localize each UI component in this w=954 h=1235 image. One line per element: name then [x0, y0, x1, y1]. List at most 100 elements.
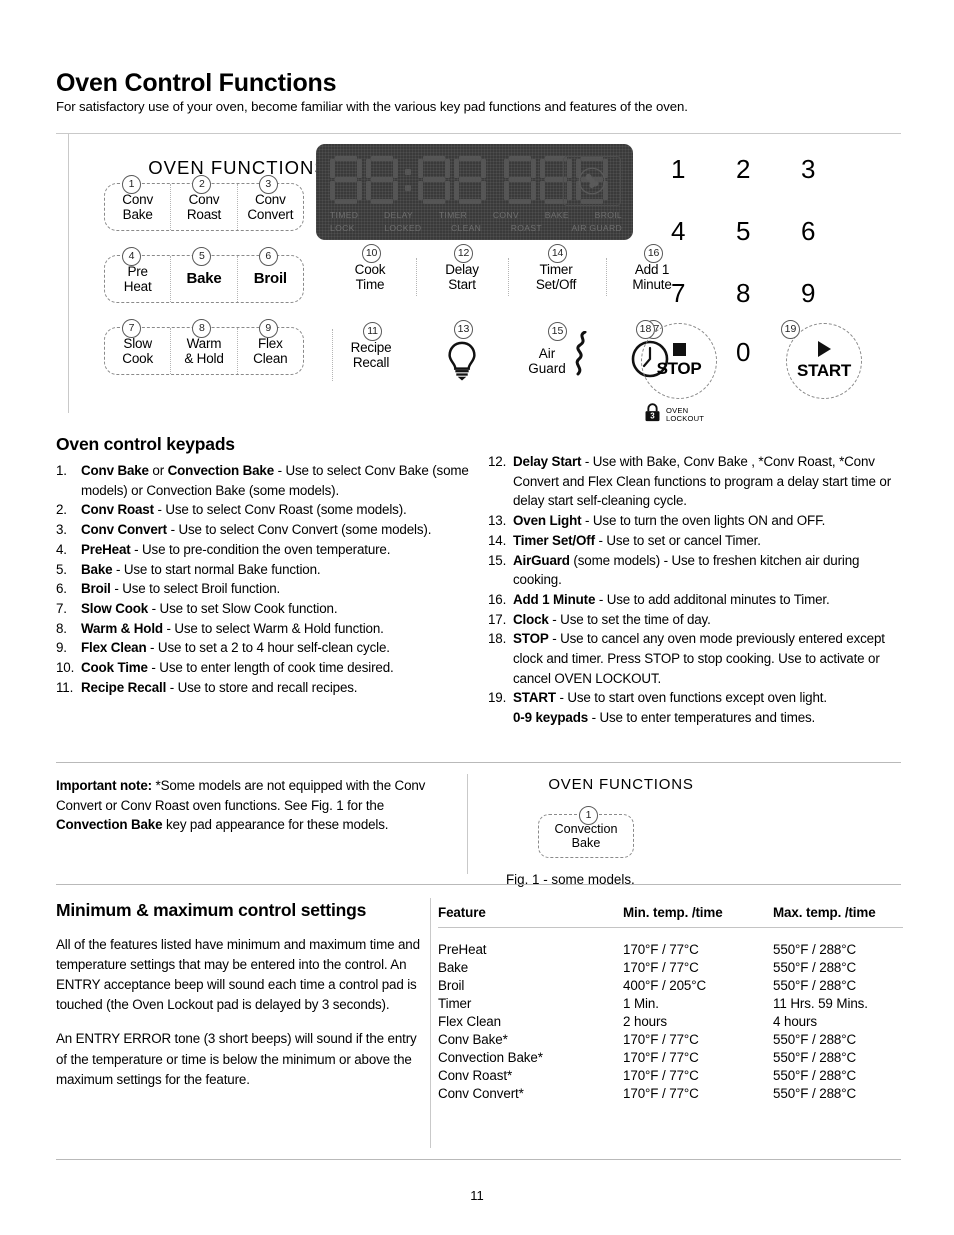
numkey-5[interactable]: 5 — [721, 216, 765, 247]
keypad-delay-start[interactable]: 12 Delay Start — [424, 244, 500, 303]
indicator-conv: CONV — [492, 210, 519, 220]
keypad-slow-cook[interactable]: 7 Slow Cook — [105, 319, 170, 374]
list-item-number: 2. — [56, 502, 67, 518]
table-cell-feature: Bake — [438, 960, 469, 975]
keypad-group-1: 1 Conv Bake 2 Conv Roast 3 Conv Convert — [104, 175, 304, 231]
numkey-8[interactable]: 8 — [721, 278, 765, 309]
seven-segment-digit — [418, 156, 450, 204]
start-button[interactable]: 19 START — [781, 320, 862, 399]
keypad-list-item: 19. START - Use to start oven functions e… — [488, 688, 903, 708]
indicator-broil: BROIL — [594, 210, 622, 220]
seven-segment-digit — [366, 156, 398, 204]
start-button-label: START — [797, 361, 851, 380]
table-cell-feature: PreHeat — [438, 942, 487, 957]
numkey-4[interactable]: 4 — [656, 216, 700, 247]
keypad-label-line1: Conv — [188, 191, 220, 207]
keypad-label-line1: Recipe — [350, 339, 392, 355]
keypad-list-item: 7. Slow Cook - Use to set Slow Cook funct… — [56, 599, 486, 619]
table-cell-feature: Timer — [438, 996, 472, 1011]
indicator-delay: DELAY — [384, 210, 414, 220]
keypad-warm-and-hold[interactable]: 8 Warm & Hold — [170, 319, 236, 374]
stop-button[interactable]: 18 STOP — [636, 320, 717, 399]
table-header-max: Max. temp. /time — [773, 905, 876, 920]
numkey-2[interactable]: 2 — [721, 154, 765, 185]
list-item-number: 5. — [56, 561, 67, 577]
keypad-label-line1: Flex — [257, 335, 283, 351]
numkey-3[interactable]: 3 — [786, 154, 830, 185]
keypad-timer-set-off[interactable]: 14 Timer Set/Off — [514, 244, 598, 303]
table-cell-max: 550°F / 288°C — [773, 1086, 857, 1101]
keypad-flex-clean[interactable]: 9 Flex Clean — [236, 319, 303, 374]
table-cell-feature: Conv Bake* — [438, 1032, 508, 1047]
keypad-air-guard[interactable]: 15 Air Guard — [514, 322, 604, 381]
list-item-keypad-name: Recipe Recall — [81, 679, 167, 695]
table-header-row: Feature Min. temp. /time Max. temp. /tim… — [438, 905, 903, 928]
list-item-number: 16. — [488, 591, 507, 607]
figure-1-heading: OVEN FUNCTIONS — [548, 776, 694, 793]
table-row: Convection Bake* 170°F / 77°C 550°F / 288°… — [438, 1049, 903, 1067]
figure-1: OVEN FUNCTIONS 1 Convection Bake Fig. 1 … — [496, 776, 796, 887]
keypad-recipe-recall[interactable]: 11 Recipe Recall — [332, 322, 409, 381]
keypad-label-line1: Delay — [445, 261, 479, 277]
list-item-number: 10. — [56, 660, 75, 676]
numkey-9[interactable]: 9 — [786, 278, 830, 309]
keypad-conv-roast[interactable]: 2 Conv Roast — [170, 175, 236, 230]
keypad-cook-time[interactable]: 10 Cook Time — [332, 244, 408, 303]
callout-10: 10 — [362, 244, 381, 263]
keypads-right-column: 12. Delay Start - Use with Bake, Conv Bak… — [488, 452, 903, 728]
table-row: Bake 170°F / 77°C 550°F / 288°C — [438, 959, 903, 977]
band-divider — [467, 774, 468, 874]
keypad-preheat[interactable]: 4 Pre Heat — [105, 247, 170, 302]
numkey-6[interactable]: 6 — [786, 216, 830, 247]
list-item-keypad-name: Flex Clean — [81, 640, 147, 656]
oven-lockout-indicator: 3 OVEN LOCKOUT — [644, 403, 704, 427]
table-row: PreHeat 170°F / 77°C 550°F / 288°C — [438, 928, 903, 959]
list-item-keypad-name: Conv Roast — [81, 502, 154, 518]
figure-1-keypad-convection-bake[interactable]: 1 Convection Bake — [538, 806, 634, 858]
table-cell-min: 170°F / 77°C — [623, 1068, 699, 1083]
oven-functions-heading: OVEN FUNCTIONS — [148, 157, 328, 178]
play-triangle-icon — [817, 341, 831, 357]
callout-11: 11 — [363, 322, 382, 341]
table-cell-max: 550°F / 288°C — [773, 1050, 857, 1065]
svg-text:3: 3 — [650, 412, 655, 421]
list-item-number: 18. — [488, 631, 507, 647]
list-item-keypad-name: 0-9 keypads — [513, 710, 589, 726]
list-item-keypad-name: Oven Light — [513, 513, 582, 529]
callout-14: 14 — [548, 244, 567, 263]
numkey-1[interactable]: 1 — [656, 154, 700, 185]
keypad-label-line2: Time — [355, 277, 385, 292]
list-item-number: 13. — [488, 513, 507, 529]
numkey-0[interactable]: 0 — [721, 337, 765, 368]
keypad-conv-convert[interactable]: 3 Conv Convert — [236, 175, 303, 230]
table-cell-max: 550°F / 288°C — [773, 1032, 857, 1047]
list-item-keypad-name: Conv Convert — [81, 522, 167, 538]
keypad-label-line2: Clean — [253, 351, 288, 366]
keypad-bake[interactable]: 5 Bake — [170, 247, 236, 302]
list-item-description: - Use to select Conv Roast (some models)… — [153, 502, 407, 518]
numkey-7[interactable]: 7 — [656, 278, 700, 309]
keypad-label-line2: Set/Off — [535, 277, 577, 292]
keypad-broil[interactable]: 6 Broil — [236, 247, 303, 302]
oven-lockout-label: OVEN LOCKOUT — [666, 406, 705, 423]
keypad-list-item: 4. PreHeat - Use to pre-condition the ove… — [56, 540, 486, 560]
list-item-number: 4. — [56, 541, 67, 557]
keypad-list-item: 9. Flex Clean - Use to set a 2 to 4 hour … — [56, 638, 486, 658]
intro-paragraph: For satisfactory use of your oven, becom… — [56, 99, 688, 114]
table-row: Flex Clean 2 hours 4 hours — [438, 1013, 903, 1031]
keypad-conv-bake[interactable]: 1 Conv Bake — [105, 175, 170, 230]
list-item-number: 12. — [488, 454, 507, 469]
keypad-list-item: 8. Warm & Hold - Use to select Warm & Hol… — [56, 619, 486, 639]
keypads-heading: Oven control keypads — [56, 434, 235, 454]
list-item-description: - Use to add additonal minutes to Timer. — [595, 591, 830, 607]
number-keypad: 1 2 3 4 5 6 7 8 9 0 18 STOP 19 START 3 O… — [636, 141, 901, 422]
stop-square-icon — [672, 343, 686, 356]
page-bottom-rule — [56, 1159, 901, 1160]
table-header-min: Min. temp. /time — [623, 905, 723, 920]
callout-13: 13 — [454, 320, 473, 339]
table-cell-feature: Broil — [438, 978, 465, 993]
light-bulb-icon — [446, 341, 478, 386]
keypad-label-line1: Bake — [186, 269, 222, 287]
keypad-label-line2: Start — [448, 277, 476, 292]
keypad-oven-light[interactable]: 13 — [424, 320, 500, 386]
